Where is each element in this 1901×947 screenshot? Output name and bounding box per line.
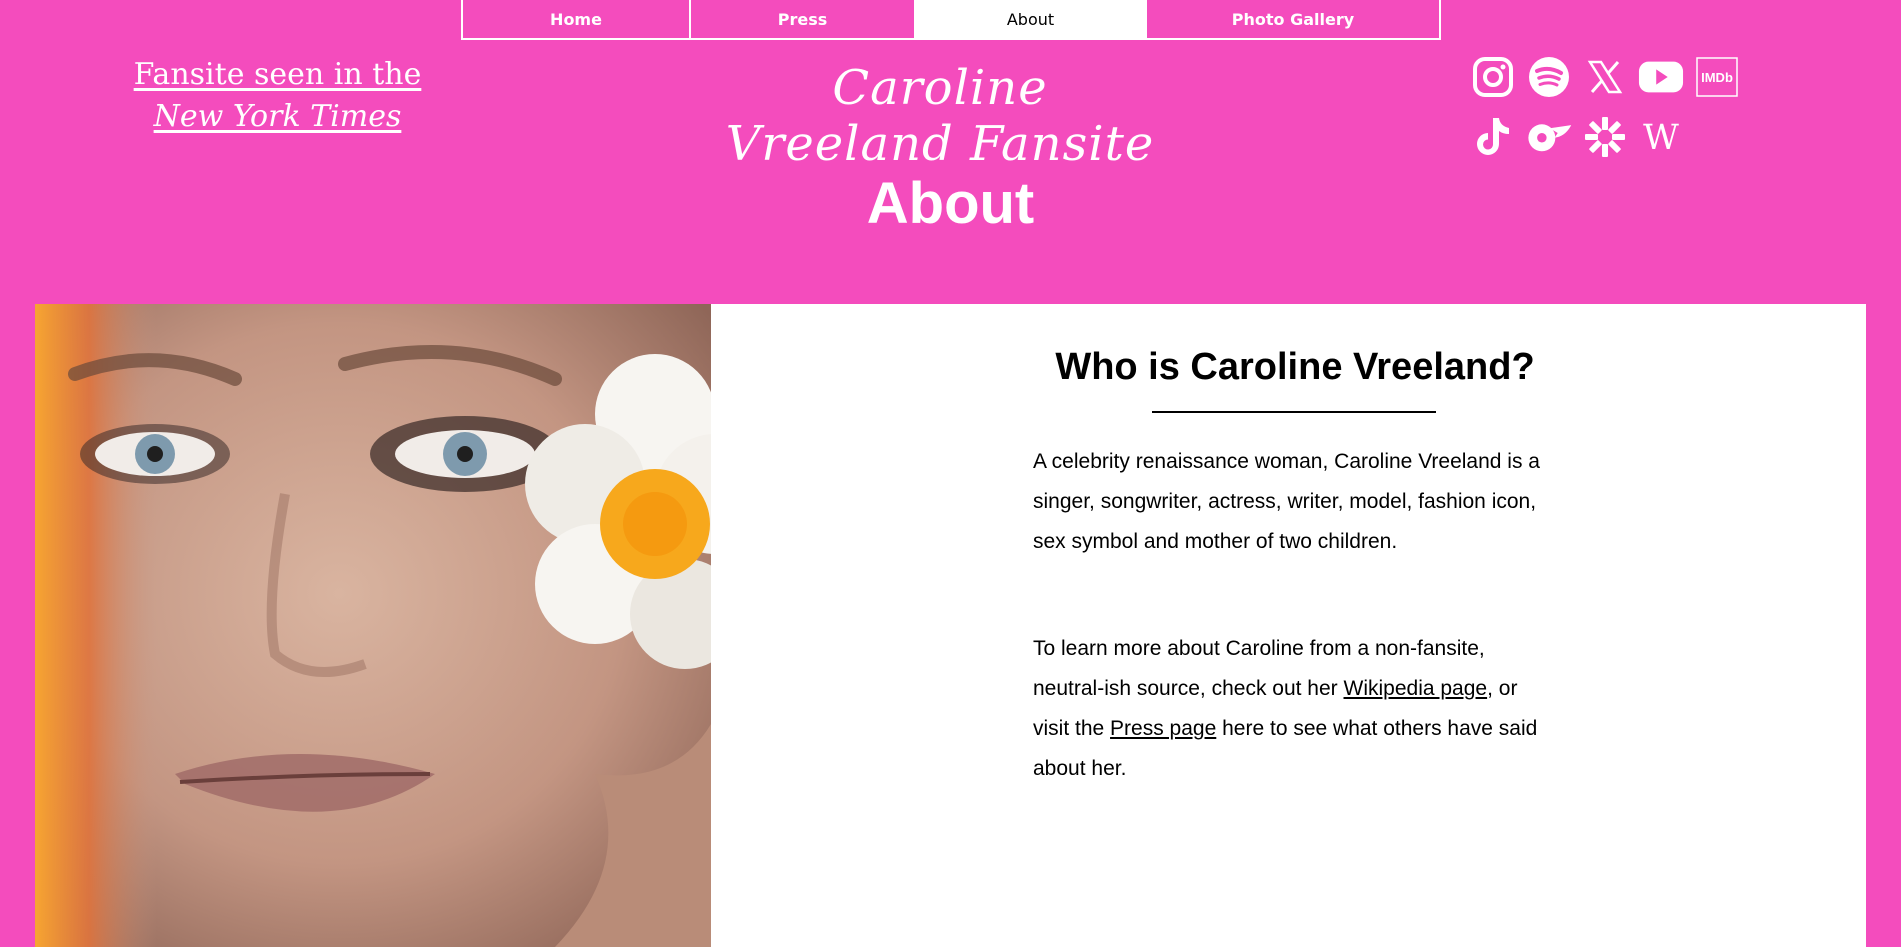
x-icon[interactable] xyxy=(1582,54,1628,100)
nyt-line-1: Fansite seen in the xyxy=(133,57,422,92)
nav-photo-gallery[interactable]: Photo Gallery xyxy=(1147,0,1439,38)
nav-press[interactable]: Press xyxy=(691,0,916,38)
main-nav: Home Press About Photo Gallery xyxy=(461,0,1441,40)
linktree-icon[interactable] xyxy=(1582,114,1628,160)
page: Home Press About Photo Gallery Fansite s… xyxy=(0,0,1901,947)
tiktok-icon[interactable] xyxy=(1470,114,1516,160)
learn-more-text-3: here to see what others have said about … xyxy=(1033,717,1538,780)
imdb-icon[interactable]: IMDb xyxy=(1694,54,1740,100)
about-panel xyxy=(711,304,1866,947)
wikipedia-icon[interactable]: W xyxy=(1638,114,1684,160)
press-page-link[interactable]: Press page xyxy=(1110,717,1216,740)
nav-home[interactable]: Home xyxy=(463,0,691,38)
nav-about[interactable]: About xyxy=(916,0,1147,38)
nyt-line-2: New York Times xyxy=(153,99,402,134)
social-links: IMDb W xyxy=(1470,54,1750,160)
about-title: Who is Caroline Vreeland? xyxy=(1055,346,1535,388)
youtube-icon[interactable] xyxy=(1638,54,1684,100)
instagram-icon[interactable] xyxy=(1470,54,1516,100)
nyt-link[interactable]: Fansite seen in the New York Times xyxy=(120,54,435,138)
title-divider xyxy=(1152,411,1436,413)
wikipedia-page-link[interactable]: Wikipedia page xyxy=(1344,677,1488,700)
about-learn-more: To learn more about Caroline from a non-… xyxy=(1033,629,1553,789)
about-intro: A celebrity renaissance woman, Caroline … xyxy=(1033,450,1540,553)
spotify-icon[interactable] xyxy=(1526,54,1572,100)
wikipedia-icon-text: W xyxy=(1643,118,1679,158)
page-title: About xyxy=(866,171,1035,236)
imdb-icon-text: IMDb xyxy=(1701,70,1733,85)
site-logo[interactable]: Caroline Vreeland Fansite xyxy=(720,60,1160,172)
caroline-portrait-photo xyxy=(35,304,711,947)
onlyfans-icon[interactable] xyxy=(1526,114,1572,160)
